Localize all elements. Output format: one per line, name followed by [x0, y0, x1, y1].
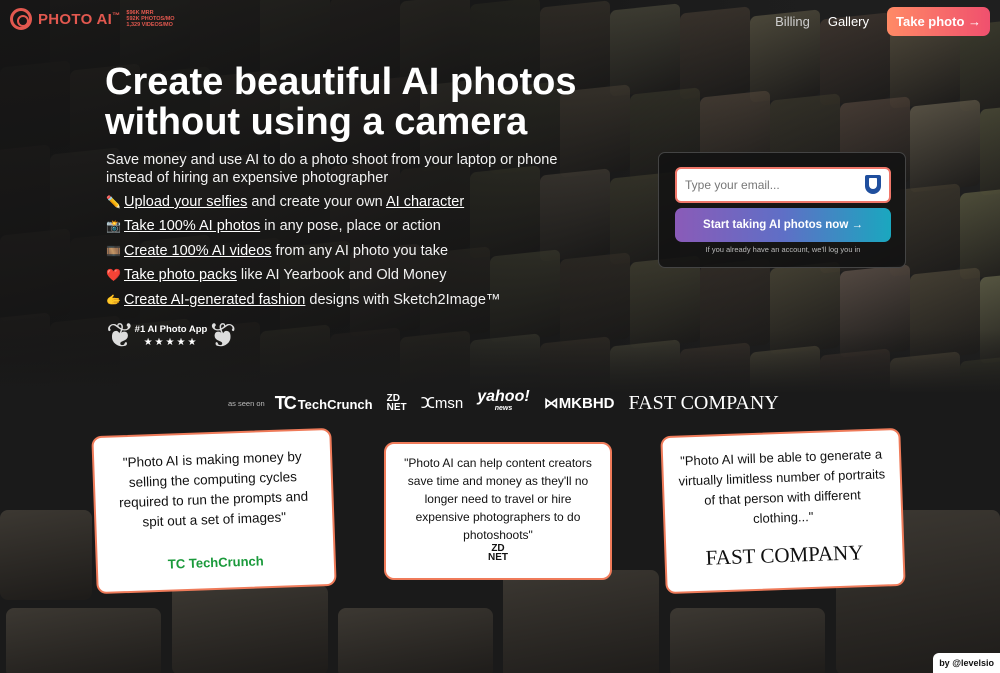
photo-packs-link[interactable]: Take photo packs	[124, 267, 237, 283]
quote-text: "Photo AI is making money by selling the…	[118, 448, 309, 530]
take-photo-button[interactable]: Take photo →	[887, 7, 990, 36]
ai-character-link[interactable]: AI character	[386, 194, 464, 210]
techcrunch-logo: TC TechCrunch	[167, 553, 264, 572]
fast-company-logo: FAST COMPANY	[628, 391, 779, 414]
byline-link[interactable]: by @levelsio	[933, 653, 1000, 673]
film-icon: 🎞️	[106, 243, 121, 258]
yahoo-news-logo: yahoo! news	[477, 388, 530, 413]
quote-text: "Photo AI will be able to generate a vir…	[678, 446, 886, 527]
logo-icon	[10, 8, 32, 30]
as-seen-on-label: as seen on	[228, 398, 265, 408]
paris-photo	[670, 608, 825, 673]
brand-name: PHOTO AI™	[38, 10, 121, 28]
beach-photo	[503, 570, 659, 673]
nav-gallery[interactable]: Gallery	[828, 14, 869, 29]
heart-icon: ❤️	[106, 268, 121, 283]
take-ai-photos-link[interactable]: Take 100% AI photos	[124, 218, 260, 234]
mkbhd-logo: ⋈MKBHD	[543, 395, 615, 412]
pencil-icon: ✏️	[106, 195, 121, 209]
logo[interactable]: PHOTO AI™ $96K MRR 592K PHOTOS/MO 1,329 …	[10, 8, 175, 30]
feature-item: ✏️ Upload your selfies and create your ow…	[106, 190, 500, 214]
top-nav: Billing Gallery Take photo →	[775, 7, 990, 36]
upload-selfies-link[interactable]: Upload your selfies	[124, 194, 247, 210]
email-field-wrapper	[675, 167, 891, 203]
quote-text: "Photo AI can help content creators save…	[404, 456, 592, 542]
header: PHOTO AI™ $96K MRR 592K PHOTOS/MO 1,329 …	[0, 0, 1000, 40]
laurel-left-icon: ❦	[106, 317, 135, 355]
portrait-photo	[338, 608, 493, 673]
zdnet-logo: ZD NET	[488, 543, 508, 563]
feature-item: 📸 Take 100% AI photos in any pose, place …	[106, 214, 500, 238]
fast-company-logo: FAST COMPANY	[705, 540, 864, 570]
feature-item: ❤️ Take photo packs like AI Yearbook and …	[106, 263, 500, 287]
hero-title: Create beautiful AI photos without using …	[105, 61, 577, 143]
quote-card-zdnet: "Photo AI can help content creators save…	[384, 442, 612, 580]
feature-item: 🎞️ Create 100% AI videos from any AI phot…	[106, 239, 500, 263]
mosque-photo	[6, 608, 161, 673]
password-manager-shield-icon[interactable]	[865, 175, 881, 194]
award-badge: ❦ ❦ #1 AI Photo App ★★★★★	[106, 316, 236, 358]
street-photo	[0, 510, 92, 600]
quote-card-techcrunch: "Photo AI is making money by selling the…	[91, 427, 337, 595]
signup-box: Start taking AI photos now → If you alre…	[658, 152, 906, 268]
hand-icon: 🫱	[106, 292, 121, 307]
ai-fashion-link[interactable]: Create AI-generated fashion	[124, 292, 305, 308]
login-note: If you already have an account, we'll lo…	[705, 245, 861, 254]
feature-list: ✏️ Upload your selfies and create your ow…	[106, 190, 500, 312]
camera-icon: 📸	[106, 219, 121, 234]
msn-logo: ⵋmsn	[420, 395, 464, 412]
hero-subtitle: Save money and use AI to do a photo shoo…	[106, 152, 558, 186]
quote-card-fastcompany: "Photo AI will be able to generate a vir…	[660, 427, 906, 595]
zdnet-logo: ZD NET	[386, 393, 407, 413]
create-ai-videos-link[interactable]: Create 100% AI videos	[124, 243, 272, 259]
laurel-right-icon: ❦	[207, 317, 237, 355]
award-title: #1 AI Photo App	[134, 324, 208, 335]
start-taking-photos-button[interactable]: Start taking AI photos now →	[675, 208, 891, 242]
brand-stats: $96K MRR 592K PHOTOS/MO 1,329 VIDEOS/MO	[126, 10, 175, 28]
feature-item: 🫱 Create AI-generated fashion designs wit…	[106, 288, 500, 312]
rating-stars: ★★★★★	[143, 337, 199, 348]
press-bar: as seen on TC TechCrunch ZD NET ⵋmsn yahoo…	[228, 389, 793, 417]
techcrunch-logo: TC TechCrunch	[274, 392, 373, 413]
nav-billing[interactable]: Billing	[775, 14, 810, 29]
email-input[interactable]	[677, 169, 853, 201]
coffee-photo	[172, 585, 328, 673]
